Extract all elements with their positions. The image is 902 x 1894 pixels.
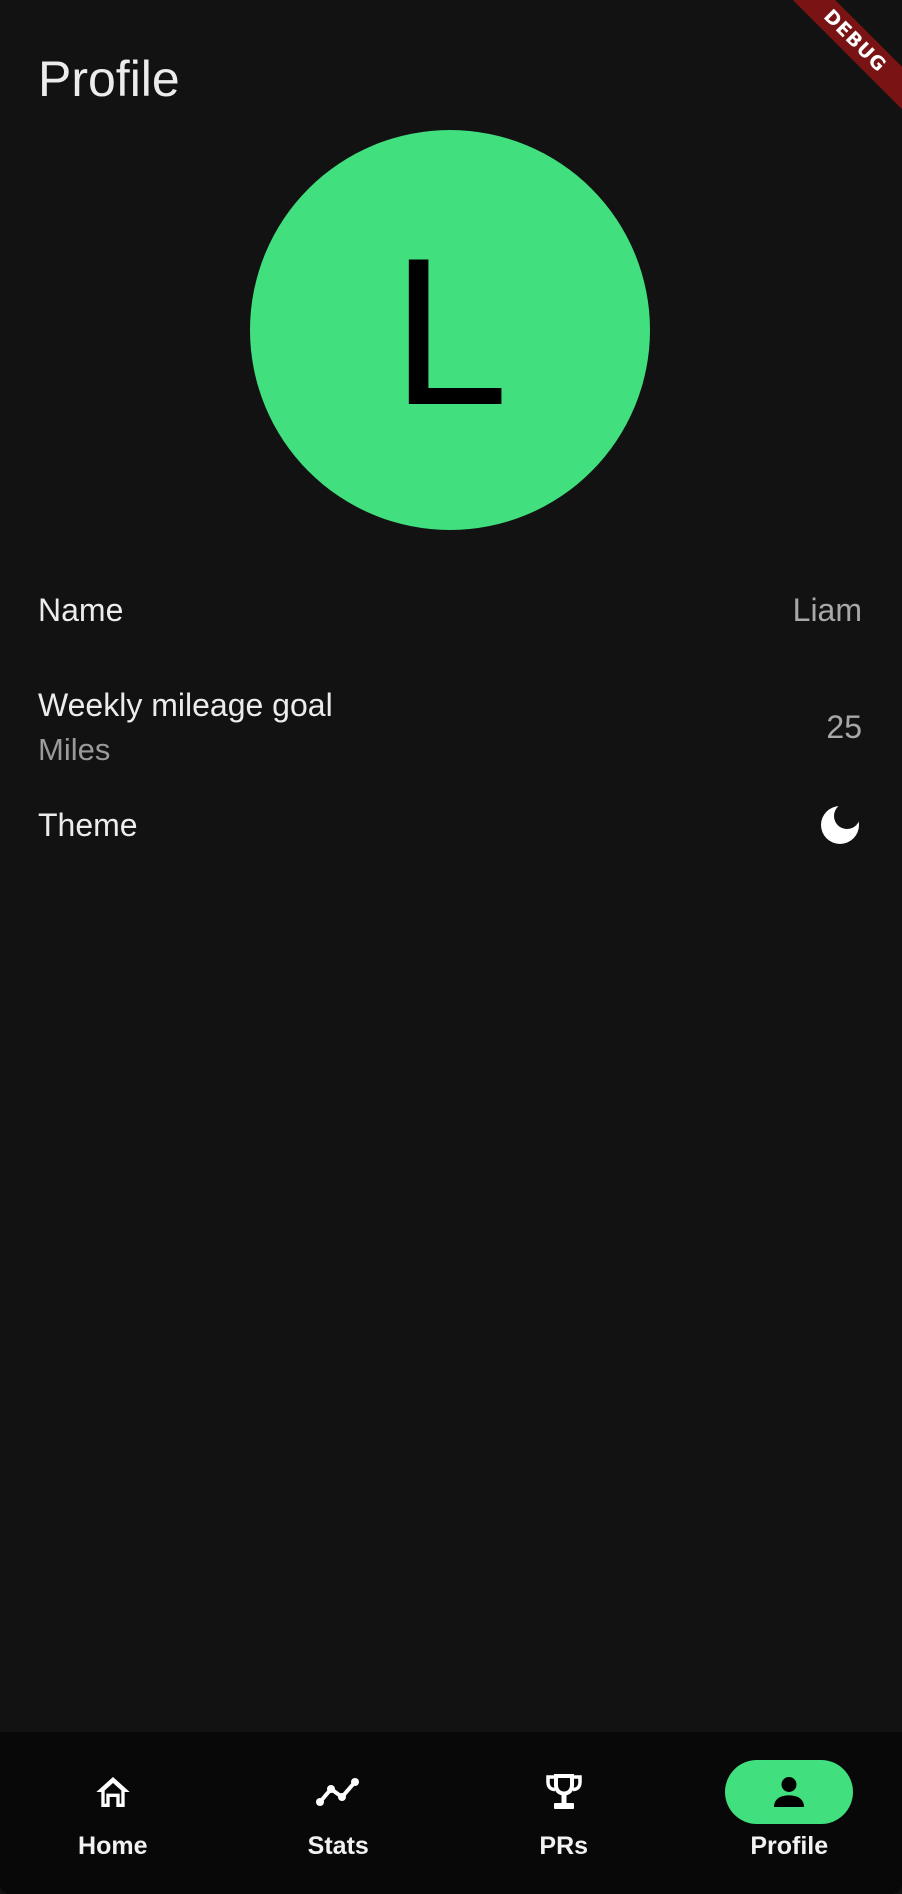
weekly-goal-text: Weekly mileage goal Miles bbox=[38, 687, 333, 768]
profile-screen: DEBUG Profile L Name Liam Weekly mileage… bbox=[0, 0, 902, 1894]
nav-icon-container bbox=[49, 1760, 177, 1824]
person-icon bbox=[774, 1777, 805, 1807]
name-value: Liam bbox=[792, 591, 862, 628]
nav-item-home[interactable]: Home bbox=[0, 1732, 226, 1894]
home-icon bbox=[96, 1777, 130, 1807]
theme-label: Theme bbox=[38, 806, 138, 843]
debug-banner: DEBUG bbox=[784, 0, 902, 112]
name-label: Name bbox=[38, 591, 124, 628]
page-title: Profile bbox=[38, 51, 180, 107]
nav-icon-container bbox=[500, 1760, 628, 1824]
weekly-goal-unit: Miles bbox=[38, 731, 111, 767]
theme-setting-row[interactable]: Theme bbox=[38, 800, 862, 850]
moon-icon[interactable] bbox=[818, 803, 862, 847]
nav-label-prs: PRs bbox=[539, 1832, 589, 1860]
nav-icon-container bbox=[725, 1760, 854, 1824]
chart-line-icon bbox=[316, 1778, 360, 1806]
nav-icon-container bbox=[274, 1760, 402, 1824]
weekly-goal-setting-row[interactable]: Weekly mileage goal Miles 25 bbox=[38, 684, 862, 770]
nav-item-stats[interactable]: Stats bbox=[226, 1732, 452, 1894]
trophy-icon bbox=[546, 1774, 582, 1809]
bottom-navigation: Home Stats PRs Profile bbox=[0, 1732, 902, 1894]
avatar-initial: L bbox=[391, 214, 509, 449]
avatar[interactable]: L bbox=[250, 130, 650, 530]
weekly-goal-value: 25 bbox=[826, 708, 862, 745]
nav-item-prs[interactable]: PRs bbox=[451, 1732, 677, 1894]
weekly-goal-label: Weekly mileage goal bbox=[38, 686, 333, 723]
nav-label-profile: Profile bbox=[750, 1832, 829, 1860]
name-setting-row[interactable]: Name Liam bbox=[38, 588, 862, 632]
nav-item-profile[interactable]: Profile bbox=[677, 1732, 902, 1894]
nav-label-home: Home bbox=[78, 1832, 148, 1860]
nav-label-stats: Stats bbox=[307, 1832, 369, 1860]
